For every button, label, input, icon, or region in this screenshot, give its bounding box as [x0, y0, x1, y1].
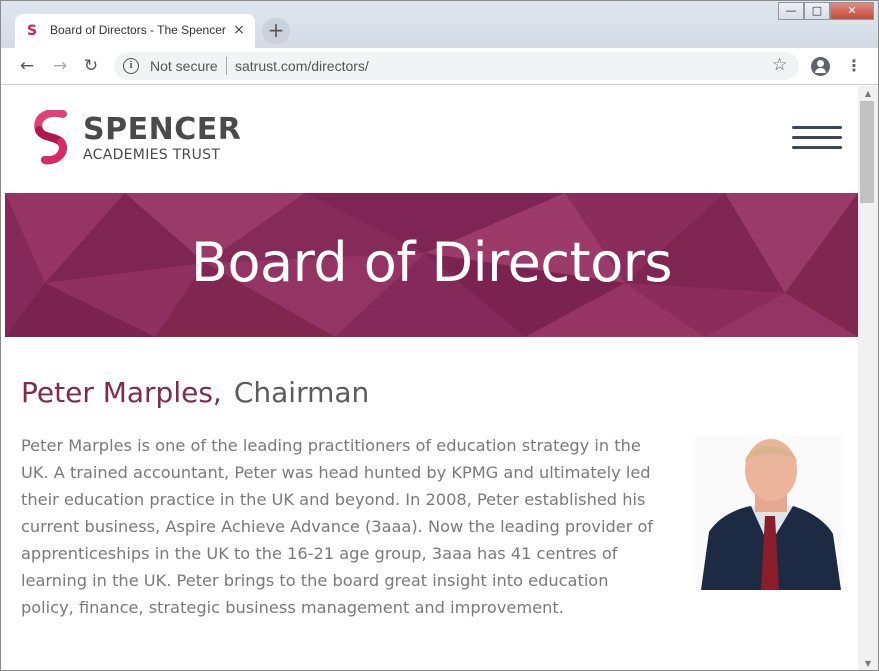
hero-banner: Board of Directors: [5, 193, 858, 337]
reload-button[interactable]: ↻: [80, 55, 102, 77]
director-name: Peter Marples,: [21, 376, 222, 409]
info-icon[interactable]: i: [123, 58, 139, 74]
url-text[interactable]: satrust.com/directors/: [235, 58, 369, 74]
browser-toolbar: ← → ↻ i Not secure satrust.com/directors…: [1, 48, 878, 85]
security-label[interactable]: Not secure: [150, 58, 218, 74]
page-scrollbar[interactable]: ▲ ▼: [858, 86, 878, 670]
browser-tab[interactable]: S Board of Directors - The Spencer ×: [15, 14, 255, 48]
scroll-down-icon[interactable]: ▼: [858, 656, 878, 670]
scroll-up-icon[interactable]: ▲: [858, 86, 878, 102]
forward-button[interactable]: →: [49, 55, 71, 77]
new-tab-button[interactable]: +: [262, 18, 290, 44]
hamburger-menu-icon[interactable]: [792, 126, 842, 152]
browser-window: S Board of Directors - The Spencer × + —…: [0, 0, 879, 671]
maximize-button[interactable]: □: [804, 2, 830, 20]
close-window-button[interactable]: ✕: [830, 2, 874, 20]
tab-title: Board of Directors - The Spencer: [50, 23, 226, 37]
title-bar: S Board of Directors - The Spencer × + —…: [1, 1, 878, 48]
account-icon[interactable]: [811, 57, 830, 76]
site-header: SPENCER ACADEMIES TRUST: [5, 86, 858, 193]
director-bio: Peter Marples is one of the leading prac…: [21, 436, 654, 617]
window-controls: — □ ✕: [778, 2, 874, 22]
page-title: Board of Directors: [190, 231, 673, 294]
director-heading: Peter Marples, Chairman: [21, 376, 369, 409]
minimize-button[interactable]: —: [778, 2, 804, 20]
director-role: Chairman: [233, 376, 370, 409]
browser-menu-icon[interactable]: ⋮: [844, 56, 864, 76]
site-favicon-icon: S: [27, 23, 38, 39]
back-button[interactable]: ←: [16, 55, 38, 77]
logo-wordmark[interactable]: SPENCER: [83, 112, 241, 147]
bookmark-star-icon[interactable]: ☆: [772, 55, 787, 75]
logo-subtitle: ACADEMIES TRUST: [83, 147, 221, 163]
spencer-logo-icon[interactable]: [33, 110, 73, 166]
director-portrait: [695, 436, 843, 590]
scroll-thumb[interactable]: [860, 101, 874, 203]
address-bar[interactable]: i Not secure satrust.com/directors/ ☆: [114, 52, 799, 80]
address-separator: [226, 57, 227, 75]
tab-close-icon[interactable]: ×: [231, 22, 247, 38]
page-viewport: SPENCER ACADEMIES TRUST Board of Directo…: [5, 86, 858, 670]
